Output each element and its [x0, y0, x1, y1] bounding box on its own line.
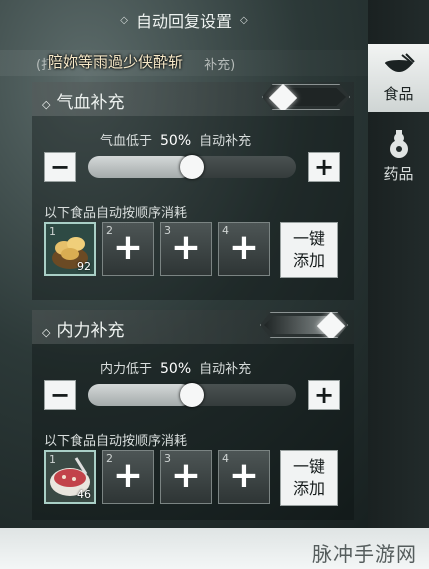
hp-slot-1[interactable]: 1 92: [44, 222, 96, 276]
hp-one-key-add-button[interactable]: 一键 添加: [280, 222, 338, 278]
dialog-title: 自动回复设置: [135, 12, 232, 31]
add-icon: +: [228, 227, 260, 268]
mp-queue-label: 以下食品自动按顺序消耗: [44, 434, 188, 449]
add-icon: +: [170, 455, 202, 496]
add-icon: +: [112, 227, 144, 268]
slider-fill: [88, 156, 192, 178]
tab-food[interactable]: 食品: [368, 44, 429, 112]
mp-slot-1[interactable]: 1 46: [44, 450, 96, 504]
item-count: 92: [77, 260, 91, 273]
add-icon: +: [228, 455, 260, 496]
mp-section-title: ◇ 内力补充: [42, 321, 125, 341]
tab-medicine[interactable]: 药品: [368, 122, 429, 190]
hp-toggle[interactable]: [262, 84, 350, 110]
add-icon: +: [170, 227, 202, 268]
hp-queue-label: 以下食品自动按顺序消耗: [44, 206, 188, 221]
mp-minus-button[interactable]: −: [44, 380, 76, 410]
mp-one-key-add-button[interactable]: 一键 添加: [280, 450, 338, 506]
medicine-gourd-icon: [389, 129, 408, 158]
item-count: 46: [77, 488, 91, 501]
slider-knob[interactable]: [180, 383, 204, 407]
hp-slot-2[interactable]: 2 +: [102, 222, 154, 276]
hp-slot-4[interactable]: 4 +: [218, 222, 270, 276]
diamond-icon: ◇: [42, 326, 51, 339]
diamond-icon: ◇: [120, 14, 128, 26]
diamond-icon: ◇: [240, 14, 248, 26]
hp-plus-button[interactable]: +: [308, 152, 340, 182]
dialog-header: ◇ 自动回复设置 ◇: [0, 0, 368, 40]
mp-threshold-slider[interactable]: [88, 383, 296, 407]
mp-plus-button[interactable]: +: [308, 380, 340, 410]
add-icon: +: [112, 455, 144, 496]
diamond-icon: ◇: [42, 98, 51, 111]
hp-minus-button[interactable]: −: [44, 152, 76, 182]
mp-toggle[interactable]: [260, 312, 348, 338]
watermark: 脉冲手游网: [312, 542, 417, 566]
hp-section-title: ◇ 气血补充: [42, 93, 125, 113]
slider-fill: [88, 384, 192, 406]
notice-overlay-text: 陪妳等雨過少侠酔斩: [48, 53, 184, 71]
mp-threshold-text: 内力低于 50% 自动补充: [100, 361, 252, 377]
hp-threshold-slider[interactable]: [88, 155, 296, 179]
tab-food-label: 食品: [383, 84, 414, 103]
slider-knob[interactable]: [180, 155, 204, 179]
mp-slot-2[interactable]: 2 +: [102, 450, 154, 504]
mp-slot-4[interactable]: 4 +: [218, 450, 270, 504]
hp-threshold-text: 气血低于 50% 自动补充: [100, 133, 252, 149]
hp-slot-3[interactable]: 3 +: [160, 222, 212, 276]
tab-medicine-label: 药品: [383, 164, 414, 183]
mp-slot-3[interactable]: 3 +: [160, 450, 212, 504]
food-bowl-icon: [384, 52, 415, 72]
